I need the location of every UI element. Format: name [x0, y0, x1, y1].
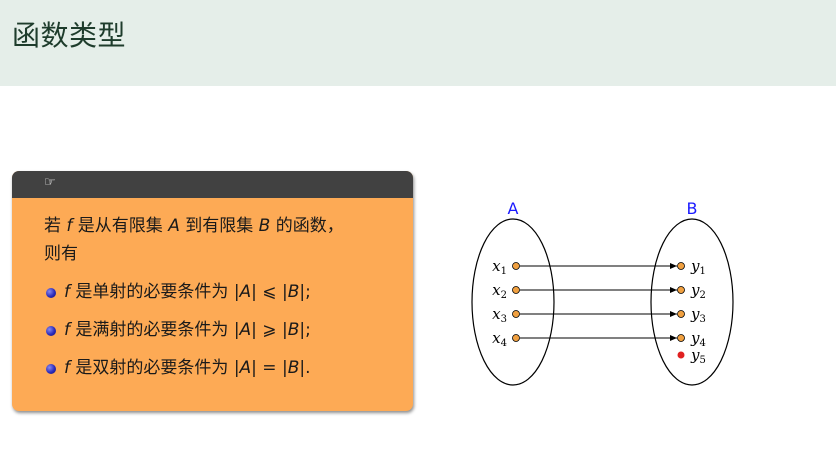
- set-a-ellipse: [471, 218, 555, 386]
- element-y4-dot: [677, 334, 685, 342]
- block-header: ☞: [12, 171, 413, 198]
- block-body: 若 f 是从有限集 A 到有限集 B 的函数， 则有 f 是单射的必要条件为 |…: [12, 198, 413, 382]
- element-x1-label: x1: [492, 257, 507, 277]
- intro-line-1: 若 f 是从有限集 A 到有限集 B 的函数，: [44, 216, 344, 236]
- element-y3-dot: [677, 310, 685, 318]
- bullet-icon: [46, 288, 56, 298]
- element-y2-dot: [677, 286, 685, 294]
- element-x4-label: x4: [492, 329, 507, 349]
- list-item: f 是满射的必要条件为 |A| ⩾ |B|;: [44, 316, 413, 344]
- mapping-diagram: A B x1x2x3x4 y1y2y3y4y5: [471, 199, 734, 386]
- intro-line-2: 则有: [44, 244, 78, 264]
- set-b-elements: y1y2y3y4y5: [677, 257, 706, 366]
- element-x3-label: x3: [492, 305, 507, 325]
- pointing-hand-icon: ☞: [44, 175, 56, 190]
- title-bar: 函数类型: [0, 0, 836, 86]
- element-x4-dot: [512, 334, 520, 342]
- set-a-label: A: [508, 199, 519, 218]
- condition-list: f 是单射的必要条件为 |A| ⩽ |B|; f 是满射的必要条件为 |A| ⩾…: [44, 278, 413, 382]
- element-y2-label: y2: [690, 281, 706, 301]
- element-y5-dot: [677, 351, 685, 359]
- bullet-icon: [46, 364, 56, 374]
- list-item: f 是单射的必要条件为 |A| ⩽ |B|;: [44, 278, 413, 306]
- bullet-icon: [46, 326, 56, 336]
- element-x1-dot: [512, 262, 520, 270]
- page-title: 函数类型: [12, 19, 127, 52]
- list-item: f 是双射的必要条件为 |A| = |B|.: [44, 354, 413, 382]
- set-a-elements: x1 x2 x3 x4: [492, 257, 520, 349]
- element-x3-dot: [512, 310, 520, 318]
- element-y1-dot: [677, 262, 685, 270]
- element-y1-label: y1: [690, 257, 706, 277]
- theorem-block: ☞ 若 f 是从有限集 A 到有限集 B 的函数， 则有 f 是单射的必要条件为…: [12, 171, 413, 411]
- element-x2-dot: [512, 286, 520, 294]
- element-y5-label: y5: [690, 346, 706, 366]
- mapping-arrows: [520, 263, 677, 341]
- set-b-label: B: [687, 199, 698, 218]
- element-x2-label: x2: [492, 281, 507, 301]
- element-y3-label: y3: [690, 305, 706, 325]
